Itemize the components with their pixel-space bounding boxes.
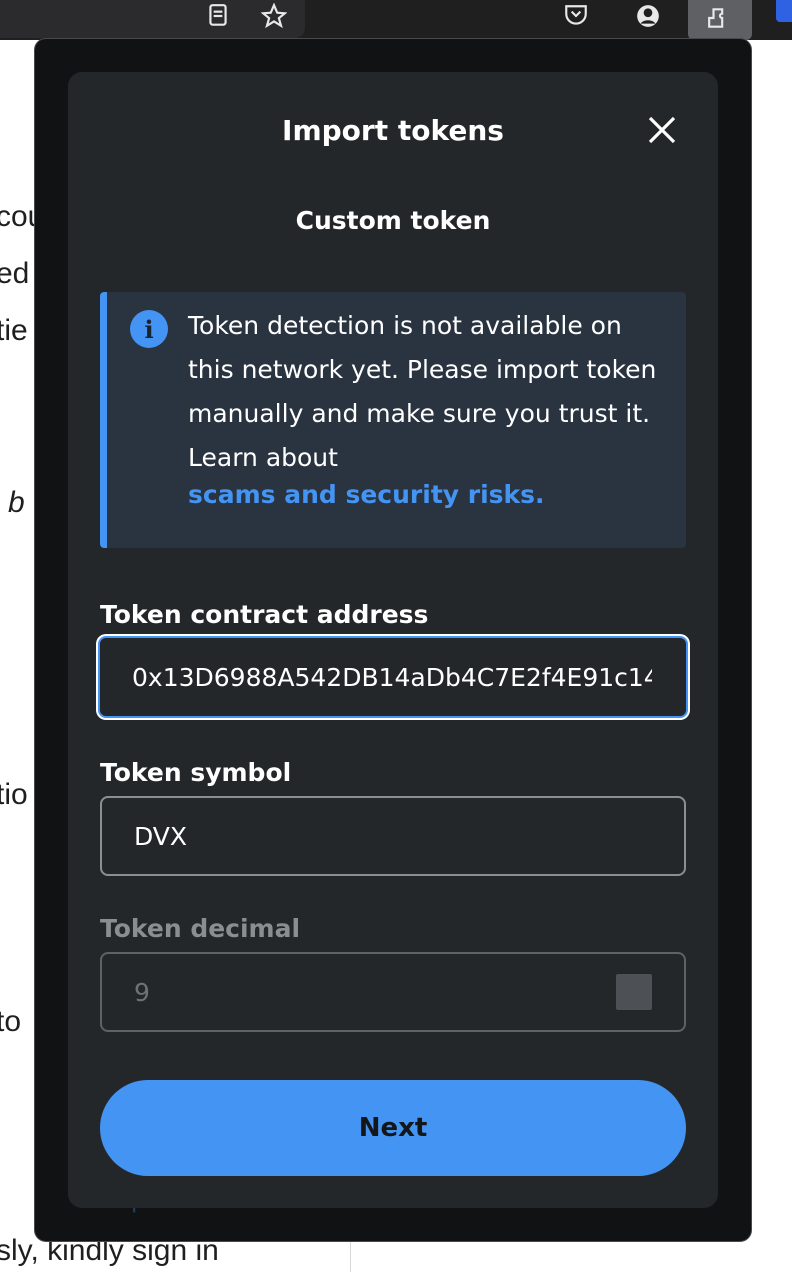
info-banner: i Token detection is not available on th… xyxy=(100,292,686,548)
decimal-field xyxy=(100,952,686,1032)
modal-subtitle: Custom token xyxy=(295,206,491,235)
pocket-icon[interactable] xyxy=(560,0,592,32)
bg-text-2: ed xyxy=(0,257,30,290)
bookmark-star-icon[interactable] xyxy=(258,0,290,32)
bg-text-5: tio xyxy=(0,778,28,811)
scams-security-link[interactable]: scams and security risks. xyxy=(188,480,545,509)
symbol-input[interactable] xyxy=(134,798,654,874)
address-label: Token contract address xyxy=(100,600,429,629)
next-button-label: Next xyxy=(358,1113,428,1143)
banner-message: Token detection is not available on this… xyxy=(188,311,657,472)
address-field[interactable] xyxy=(98,636,688,718)
browser-edge-button xyxy=(776,0,792,22)
next-button[interactable]: Next xyxy=(100,1080,686,1176)
account-icon[interactable] xyxy=(632,0,664,32)
address-input[interactable] xyxy=(132,638,652,716)
decimal-input xyxy=(134,954,654,1030)
modal-title: Import tokens xyxy=(282,114,504,147)
bg-text-3: tie xyxy=(0,314,28,347)
symbol-label: Token symbol xyxy=(100,758,292,787)
import-tokens-modal: Import tokens Custom token i Token detec… xyxy=(68,72,718,1208)
symbol-field[interactable] xyxy=(100,796,686,876)
extensions-button[interactable] xyxy=(688,0,752,40)
close-button[interactable] xyxy=(644,112,680,148)
close-icon xyxy=(648,116,676,144)
extensions-icon xyxy=(704,2,736,34)
reader-mode-icon[interactable] xyxy=(202,0,234,32)
decimal-label: Token decimal xyxy=(100,914,301,943)
bg-text-4: b xyxy=(8,486,25,519)
decimal-stepper xyxy=(616,974,652,1010)
browser-toolbar xyxy=(0,0,792,40)
info-icon: i xyxy=(130,310,168,348)
divider xyxy=(350,1240,351,1272)
bg-text-6: to xyxy=(0,1005,22,1038)
